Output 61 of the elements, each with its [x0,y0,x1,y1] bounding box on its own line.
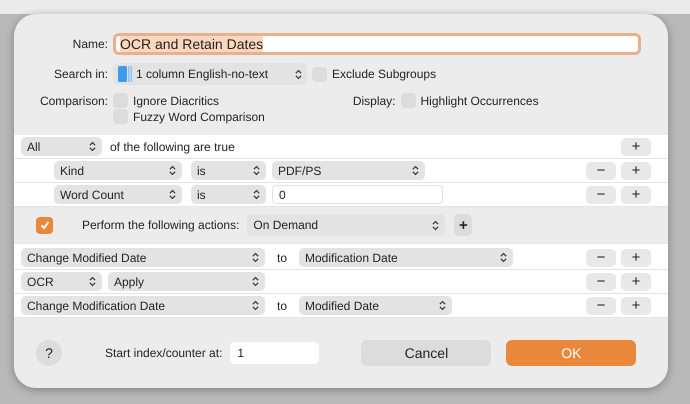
checkbox-label: Highlight Occurrences [420,94,539,108]
counter-field[interactable]: 1 [230,342,320,364]
add-button[interactable]: + [621,248,651,266]
popup-button[interactable]: Modified Date [299,296,452,315]
chevron-icon [253,165,260,176]
value-field[interactable]: 0 [272,185,443,204]
add-button[interactable]: + [621,272,651,290]
field-label: Comparison: [38,93,108,108]
chevron-icon [252,252,259,263]
operator-label: to [277,298,288,312]
popup-button[interactable]: Apply [108,272,265,291]
chevron-icon [252,276,259,287]
remove-button[interactable]: − [586,186,616,204]
remove-button[interactable]: − [586,272,616,290]
popup-button[interactable]: Word Count [54,185,182,204]
field-label: Display: [352,93,396,108]
checkmark-icon [38,219,50,231]
popup-button[interactable]: Change Modification Date [21,296,265,315]
add-button[interactable]: + [621,186,651,204]
cancel-button[interactable]: Cancel [361,340,492,366]
checkbox-label: Exclude Subgroups [332,67,436,81]
popup-button[interactable]: is [191,161,266,180]
field-label: Search in: [52,67,108,81]
chevron-icon [89,276,96,287]
popup-button[interactable]: Modification Date [299,248,513,267]
popup-button[interactable]: is [191,185,266,204]
popup-button[interactable]: All [21,137,102,156]
popup-button[interactable]: PDF/PS [272,161,425,180]
remove-button[interactable]: − [586,248,616,266]
column-icon [118,65,132,83]
operator-label: to [277,250,288,264]
checkbox-label: Ignore Diacritics [133,94,220,108]
add-button[interactable]: + [621,162,651,180]
chevron-icon [412,165,419,176]
name-field[interactable]: OCR and Retain Dates [113,33,641,55]
add-button[interactable]: + [454,214,472,236]
popup-button[interactable]: Change Modified Date [21,248,265,267]
chevron-icon [295,68,302,80]
remove-button[interactable]: − [586,162,616,180]
popup-button[interactable]: On Demand [247,214,446,236]
chevron-icon [253,189,260,200]
popup-button[interactable]: Kind [54,161,182,180]
chevron-icon [252,300,259,311]
checkbox[interactable] [36,216,53,234]
remove-button[interactable]: − [586,296,616,314]
checkbox-label: Fuzzy Word Comparison [133,110,265,124]
criteria-text: of the following are true [110,140,235,154]
help-button[interactable]: ? [36,340,62,366]
popup-button[interactable]: OCR [21,272,102,291]
chevron-icon [439,300,446,311]
add-button[interactable]: + [621,296,651,314]
chevron-icon [169,189,176,200]
add-button[interactable]: + [621,138,651,156]
search-scope-popup[interactable]: 1 column English-no-text [113,63,307,85]
field-label: Perform the following actions: [82,218,240,232]
field-label: Start index/counter at: [105,346,222,360]
field-label: Name: [72,37,108,51]
chevron-icon [89,141,96,152]
chevron-icon [432,220,440,230]
chevron-icon [500,252,507,263]
chevron-icon [169,165,176,176]
